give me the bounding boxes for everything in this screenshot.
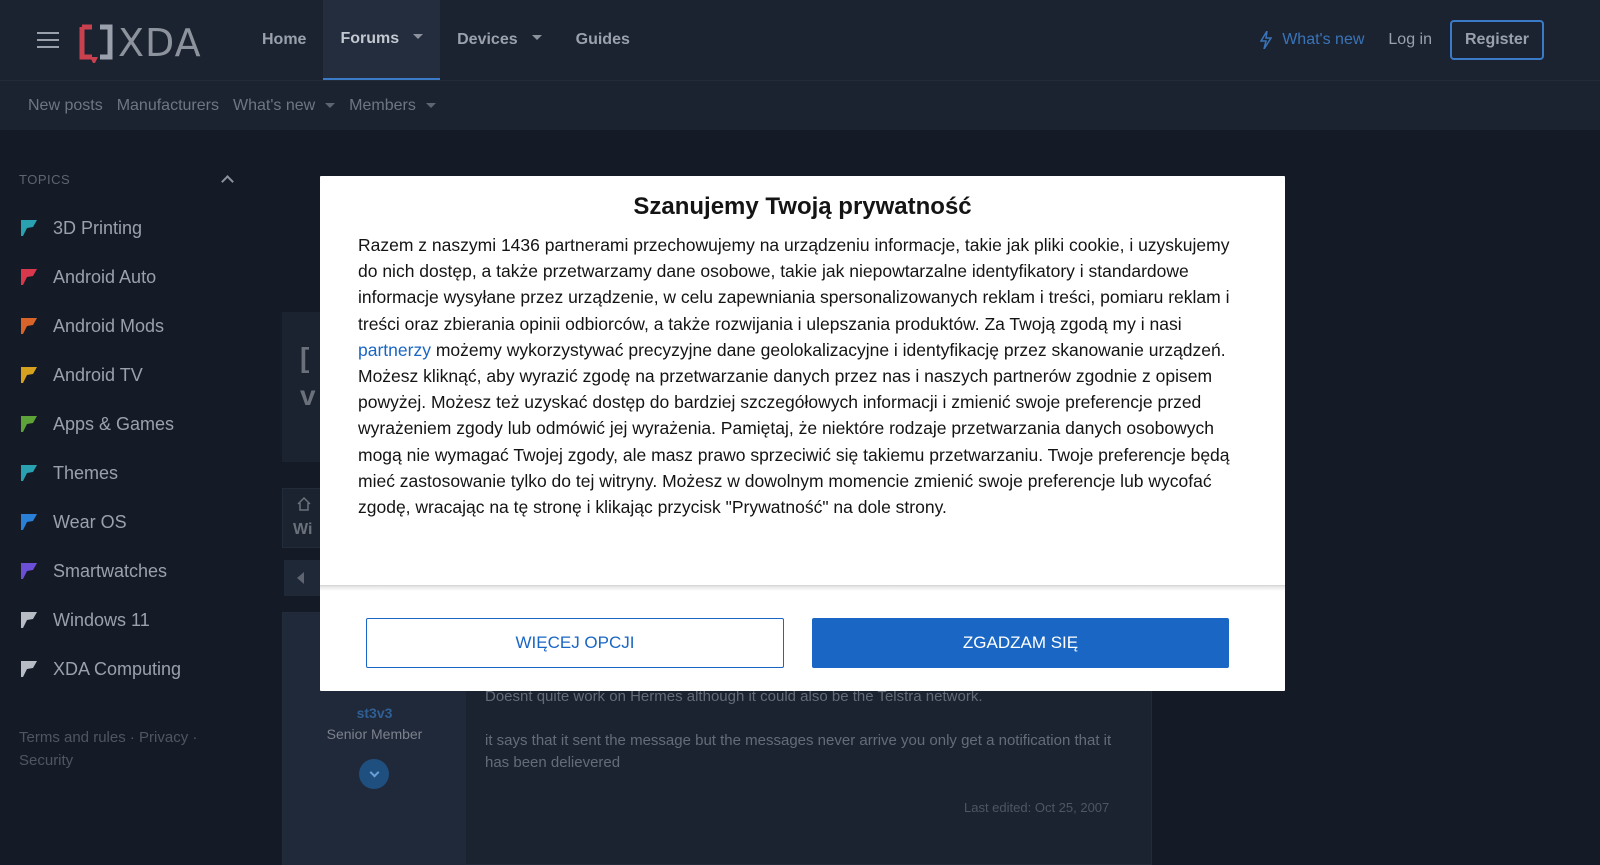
partners-link[interactable]: partnerzy	[358, 340, 431, 360]
divider	[320, 585, 1285, 591]
more-options-button[interactable]: WIĘCEJ OPCJI	[366, 618, 784, 668]
modal-overlay: Szanujemy Twoją prywatność Razem z naszy…	[0, 0, 1600, 865]
consent-text: Razem z naszymi 1436 partnerami przechow…	[358, 235, 1230, 334]
consent-text: możemy wykorzystywać precyzyjne dane geo…	[358, 339, 1230, 518]
agree-button[interactable]: ZGADZAM SIĘ	[812, 618, 1229, 668]
consent-title: Szanujemy Twoją prywatność	[633, 193, 972, 220]
consent-dialog: Szanujemy Twoją prywatność Razem z naszy…	[320, 176, 1285, 691]
consent-body: Razem z naszymi 1436 partnerami przechow…	[358, 232, 1243, 520]
